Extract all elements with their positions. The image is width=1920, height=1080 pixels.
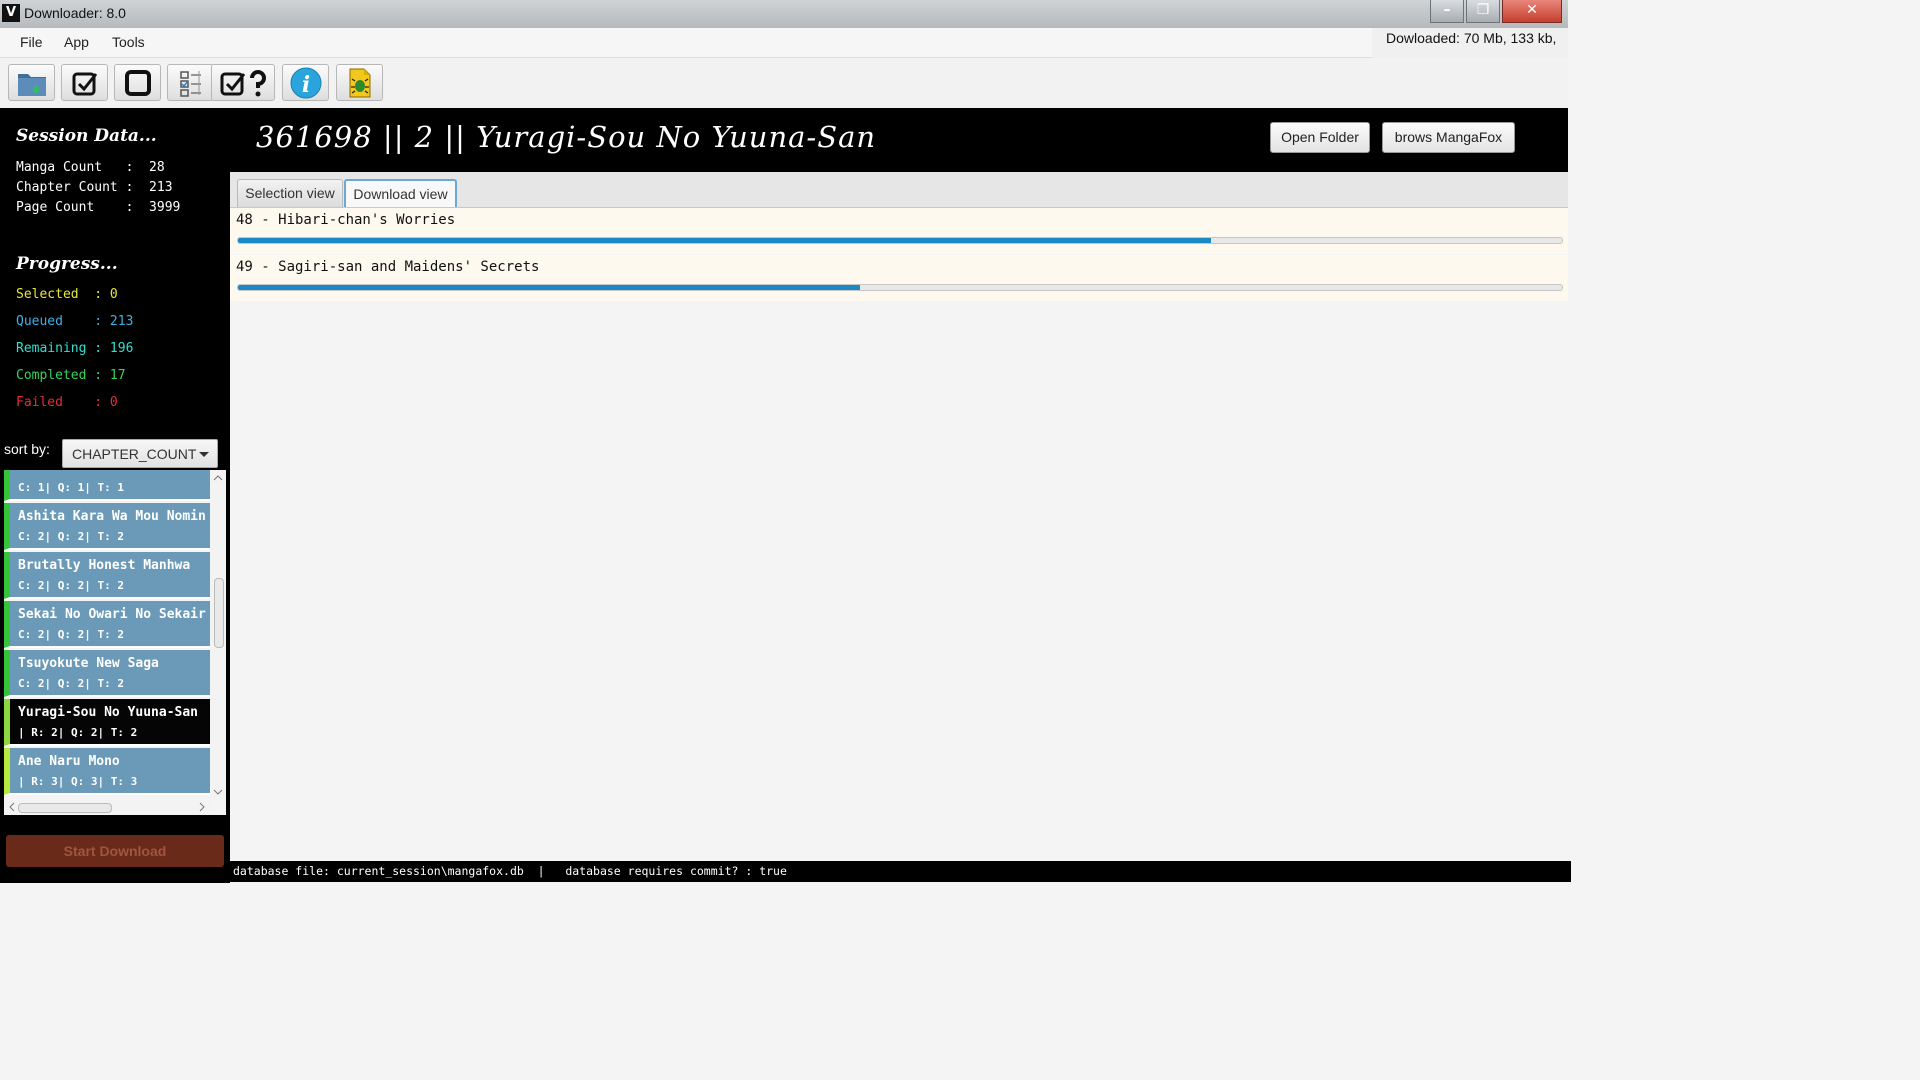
window-title: Downloader: 8.0: [24, 5, 126, 21]
sort-select-value: CHAPTER_COUNT: [72, 446, 197, 462]
maximize-button[interactable]: ❐: [1466, 0, 1500, 23]
manga-list-item[interactable]: Ane Naru Mono | R: 3| Q: 3| T: 3: [4, 748, 210, 795]
download-progress-bar: [237, 237, 1563, 244]
select-all-button[interactable]: [61, 64, 108, 101]
check-status-button[interactable]: [211, 64, 275, 101]
chapter-count: Chapter Count : 213: [16, 180, 173, 195]
queued-count: Queued : 213: [16, 314, 134, 329]
download-title: 49 - Sagiri-san and Maidens' Secrets: [236, 259, 540, 275]
info-icon: i: [290, 67, 321, 98]
chevron-down-icon: [199, 452, 209, 457]
manga-stats: C: 2| Q: 2| T: 2: [18, 530, 124, 543]
manga-list-item[interactable]: Brutally Honest Manhwa C: 2| Q: 2| T: 2: [4, 552, 210, 599]
scroll-left-icon: [9, 802, 15, 812]
check-all-icon: [72, 72, 97, 95]
manga-stats: | R: 2| Q: 2| T: 2: [18, 726, 138, 739]
report-bug-button[interactable]: [336, 64, 383, 101]
manga-stats: C: 2| Q: 2| T: 2: [18, 677, 124, 690]
selected-count: Selected : 0: [16, 287, 118, 302]
manga-list[interactable]: C: 1| Q: 1| T: 1 Ashita Kara Wa Mou Nomi…: [4, 470, 226, 815]
scroll-up-icon: [213, 475, 223, 481]
manga-name: Ashita Kara Wa Mou Nomin: [18, 509, 206, 524]
minimize-button[interactable]: –: [1430, 0, 1464, 23]
status-bar: database file: current_session\mangafox.…: [230, 861, 1571, 882]
manga-list-item-selected[interactable]: Yuragi-Sou No Yuuna-San | R: 2| Q: 2| T:…: [4, 699, 210, 746]
manga-name: Ane Naru Mono: [18, 754, 120, 769]
manga-list-item[interactable]: Tsuyokute New Saga C: 2| Q: 2| T: 2: [4, 650, 210, 697]
manga-stats: C: 1| Q: 1| T: 1: [18, 481, 124, 494]
horizontal-scrollbar[interactable]: [4, 800, 210, 815]
sidebar: Session Data... Manga Count : 28 Chapter…: [0, 108, 230, 883]
completed-count: Completed : 17: [16, 368, 126, 383]
manga-list-item[interactable]: Sekai No Owari No Sekair C: 2| Q: 2| T: …: [4, 601, 210, 648]
menu-app[interactable]: App: [64, 34, 89, 50]
toolbar: i: [0, 58, 1568, 109]
stop-icon: [124, 69, 151, 96]
download-title: 48 - Hibari-chan's Worries: [236, 212, 456, 228]
browse-mangafox-button[interactable]: brows MangaFox: [1382, 122, 1515, 153]
manga-list-item[interactable]: Ashita Kara Wa Mou Nomin C: 2| Q: 2| T: …: [4, 503, 210, 550]
menu-tools[interactable]: Tools: [112, 34, 145, 50]
close-button[interactable]: ✕: [1502, 0, 1562, 23]
progress-heading: Progress...: [16, 254, 118, 274]
svg-text:i: i: [301, 72, 309, 98]
title-bar: V Downloader: 8.0 – ❐ ✕: [0, 0, 1568, 28]
page-count: Page Count : 3999: [16, 200, 181, 215]
tab-selection-view[interactable]: Selection view: [237, 179, 343, 207]
check-question-icon: [220, 69, 266, 96]
manga-header-title: 361698 || 2 || Yuragi-Sou No Yuuna-San: [256, 120, 877, 154]
app-icon: V: [2, 4, 20, 22]
download-progress-fill: [238, 238, 1212, 243]
manga-stats: | R: 3| Q: 3| T: 3: [18, 775, 138, 788]
sort-by-label: sort by:: [4, 441, 50, 457]
manga-list-item[interactable]: C: 1| Q: 1| T: 1: [4, 470, 210, 501]
vertical-scroll-thumb[interactable]: [214, 578, 224, 648]
menu-bar: File App Tools: [0, 28, 1568, 58]
open-folder-button[interactable]: Open Folder: [1270, 122, 1370, 153]
manga-header: 361698 || 2 || Yuragi-Sou No Yuuna-San O…: [230, 108, 1568, 172]
manga-stats: C: 2| Q: 2| T: 2: [18, 579, 124, 592]
tab-download-view[interactable]: Download view: [344, 179, 457, 207]
info-button[interactable]: i: [282, 64, 329, 101]
sort-select[interactable]: CHAPTER_COUNT: [62, 439, 218, 468]
download-progress-bar: [237, 284, 1563, 291]
manga-count: Manga Count : 28: [16, 160, 165, 175]
queue-list-button[interactable]: [167, 64, 214, 101]
download-progress-fill: [238, 285, 861, 290]
manga-name: Tsuyokute New Saga: [18, 656, 159, 671]
downloaded-size-label: Dowloaded: 70 Mb, 133 kb,: [1372, 28, 1568, 58]
horizontal-scroll-thumb[interactable]: [18, 803, 112, 813]
download-item: 49 - Sagiri-san and Maidens' Secrets: [230, 255, 1568, 301]
manga-list-items: C: 1| Q: 1| T: 1 Ashita Kara Wa Mou Nomi…: [4, 470, 210, 800]
failed-count: Failed : 0: [16, 395, 118, 410]
download-item: 48 - Hibari-chan's Worries: [230, 208, 1568, 254]
manga-name: Yuragi-Sou No Yuuna-San: [18, 705, 199, 720]
view-tabs: Selection view Download view: [230, 172, 1568, 208]
open-folder-toolbar-button[interactable]: [8, 64, 55, 101]
vertical-scrollbar[interactable]: [210, 470, 226, 800]
bug-report-icon: [349, 68, 370, 97]
folder-download-icon: [17, 73, 46, 96]
manga-stats: C: 2| Q: 2| T: 2: [18, 628, 124, 641]
remaining-count: Remaining : 196: [16, 341, 134, 356]
scroll-right-icon: [199, 802, 205, 812]
session-heading: Session Data...: [16, 126, 157, 146]
scroll-down-icon: [213, 789, 223, 795]
menu-file[interactable]: File: [20, 34, 43, 50]
checklist-icon: [179, 70, 201, 97]
download-list: 48 - Hibari-chan's Worries 49 - Sagiri-s…: [230, 208, 1568, 861]
manga-name: Brutally Honest Manhwa: [18, 558, 191, 573]
start-download-button[interactable]: Start Download: [6, 835, 224, 867]
deselect-all-button[interactable]: [114, 64, 161, 101]
manga-name: Sekai No Owari No Sekair: [18, 607, 206, 622]
